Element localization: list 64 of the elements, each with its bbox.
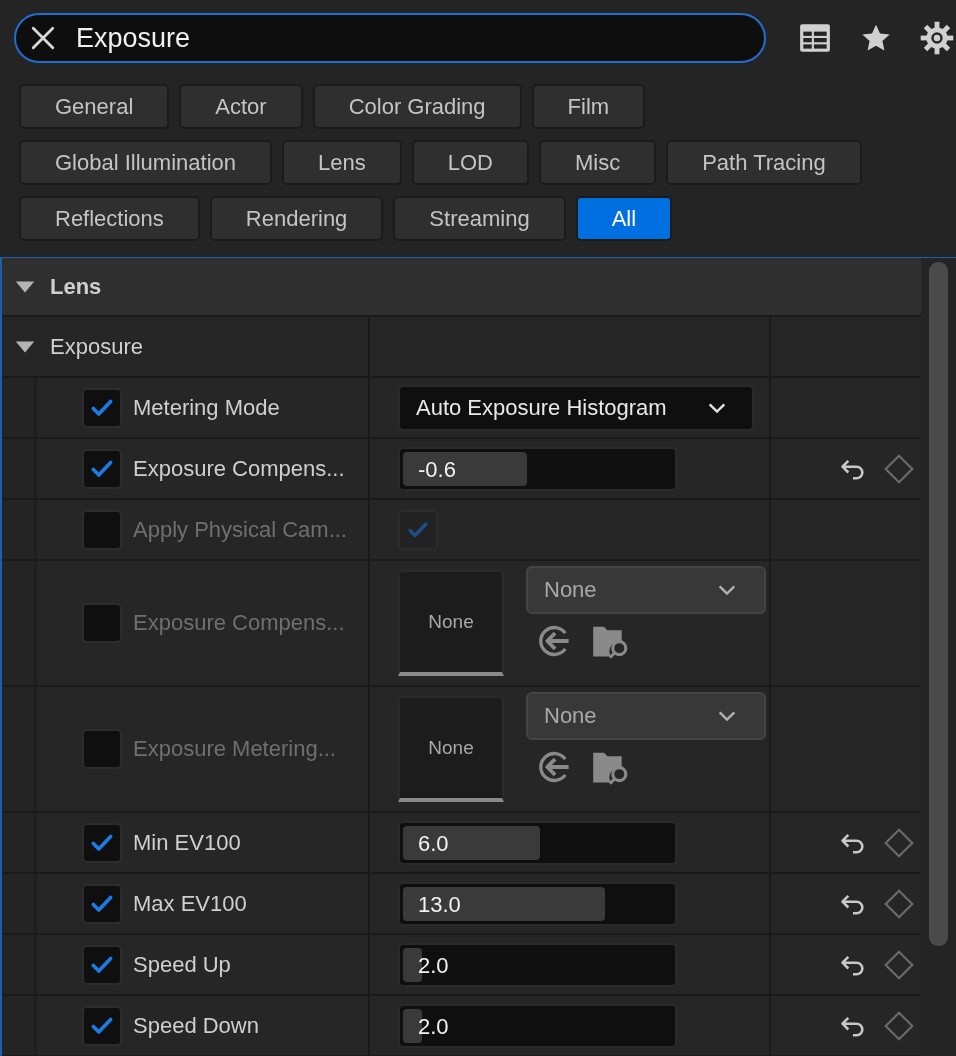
- keyframe-diamond-icon[interactable]: [883, 1009, 915, 1042]
- asset-dropdown[interactable]: None: [526, 566, 766, 614]
- filter-tab[interactable]: Actor: [179, 84, 303, 129]
- number-slider[interactable]: 2.0: [398, 1003, 677, 1048]
- number-value: 13.0: [418, 891, 461, 918]
- filter-tab[interactable]: Path Tracing: [666, 140, 862, 185]
- search-field[interactable]: Exposure: [14, 13, 766, 63]
- number-slider[interactable]: -0.6: [398, 446, 677, 491]
- property-label: Min EV100: [133, 829, 241, 856]
- filter-tab[interactable]: Film: [531, 84, 646, 129]
- number-slider[interactable]: 6.0: [398, 820, 677, 865]
- property-label: Exposure Compens...: [133, 610, 345, 636]
- keyframe-diamond-icon[interactable]: [883, 452, 915, 485]
- property-label: Speed Up: [133, 951, 231, 978]
- close-icon[interactable]: [30, 25, 56, 51]
- use-selected-icon[interactable]: [536, 749, 572, 785]
- checkbox[interactable]: [82, 1005, 122, 1046]
- filter-tab[interactable]: Color Grading: [312, 84, 522, 129]
- checkbox[interactable]: [82, 448, 122, 489]
- filter-tab[interactable]: All: [575, 196, 673, 241]
- asset-thumbnail[interactable]: None: [398, 570, 504, 676]
- number-slider[interactable]: 13.0: [398, 881, 677, 926]
- filter-tab[interactable]: Streaming: [393, 196, 566, 241]
- checkbox[interactable]: [82, 509, 122, 550]
- keyframe-diamond-icon[interactable]: [883, 948, 915, 981]
- checkbox[interactable]: [82, 603, 122, 643]
- asset-thumbnail[interactable]: None: [398, 696, 504, 802]
- checkbox[interactable]: [82, 944, 122, 985]
- property-label: Metering Mode: [133, 394, 280, 421]
- checkbox[interactable]: [398, 509, 438, 550]
- filter-tab[interactable]: Lens: [282, 140, 402, 185]
- group-label: Exposure: [50, 333, 143, 360]
- filter-tab[interactable]: Global Illumination: [19, 140, 272, 185]
- checkbox[interactable]: [82, 729, 122, 769]
- property-label: Exposure Metering...: [133, 736, 336, 762]
- keyframe-diamond-icon[interactable]: [883, 887, 915, 920]
- settings-icon[interactable]: [920, 21, 954, 55]
- number-value: 2.0: [418, 1013, 449, 1040]
- thumbnail-label: None: [428, 737, 474, 759]
- category-header[interactable]: Lens: [2, 258, 921, 317]
- filter-tab[interactable]: Misc: [538, 140, 657, 185]
- number-value: -0.6: [418, 456, 456, 483]
- dropdown[interactable]: Auto Exposure Histogram: [398, 384, 754, 431]
- property-label: Speed Down: [133, 1012, 259, 1039]
- checkbox[interactable]: [82, 822, 122, 863]
- category-label: Lens: [50, 273, 102, 300]
- property-label: Exposure Compens...: [133, 455, 345, 482]
- number-value: 6.0: [418, 830, 449, 857]
- keyframe-diamond-icon[interactable]: [883, 826, 915, 859]
- property-label: Apply Physical Cam...: [133, 516, 347, 543]
- number-slider[interactable]: 2.0: [398, 942, 677, 987]
- table-icon[interactable]: [798, 21, 832, 55]
- filter-tab[interactable]: Reflections: [19, 196, 200, 241]
- use-selected-icon[interactable]: [536, 623, 572, 659]
- number-value: 2.0: [418, 952, 449, 979]
- search-input[interactable]: Exposure: [76, 22, 750, 54]
- filter-tab[interactable]: General: [19, 84, 170, 129]
- filter-tab[interactable]: Rendering: [209, 196, 384, 241]
- filter-tab[interactable]: LOD: [411, 140, 529, 185]
- thumbnail-label: None: [428, 611, 474, 633]
- property-label: Max EV100: [133, 890, 247, 917]
- asset-dropdown[interactable]: None: [526, 692, 766, 740]
- checkbox[interactable]: [82, 387, 122, 428]
- checkbox[interactable]: [82, 883, 122, 924]
